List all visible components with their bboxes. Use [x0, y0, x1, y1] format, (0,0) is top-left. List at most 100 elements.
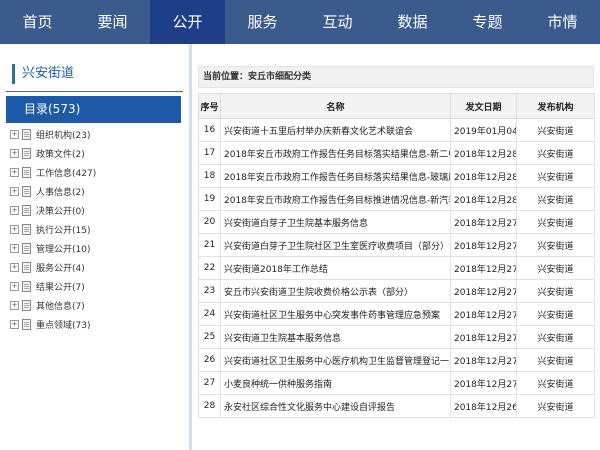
nav-item[interactable]: 数据	[375, 0, 450, 44]
header-org: 发布机构	[516, 93, 595, 119]
breadcrumb: 当前位置：安丘市细配分类	[198, 66, 594, 88]
tree-item-label[interactable]: 决策公开(0)	[36, 204, 85, 217]
tree-item[interactable]: + 政策文件(2)	[10, 144, 96, 163]
header-name: 名称	[220, 93, 451, 119]
tree-item[interactable]: + 组织机构(23)	[10, 125, 96, 144]
tree-item[interactable]: + 结果公开(7)	[10, 277, 96, 296]
document-icon	[22, 262, 31, 273]
expand-icon[interactable]: +	[10, 225, 19, 234]
row-title[interactable]: 2018年安丘市政府工作报告任务目标推进情况信息-新汽车站片区	[220, 187, 451, 211]
tree-item-label[interactable]: 工作信息(427)	[36, 166, 96, 179]
row-title[interactable]: 兴安街道卫生院基本服务信息	[220, 325, 451, 349]
expand-icon[interactable]: +	[10, 282, 19, 291]
row-number: 22	[198, 256, 221, 280]
document-icon	[22, 205, 31, 216]
table-row: 21兴安街道白芽子卫生院社区卫生室医疗收费项目（部分）2018年12月27日兴安…	[198, 233, 595, 257]
row-org: 兴安街道	[516, 348, 595, 372]
tree-item-label[interactable]: 执行公开(15)	[36, 223, 90, 236]
row-title[interactable]: 小麦良种统一供种服务指南	[220, 371, 451, 395]
row-title[interactable]: 安丘市兴安街道卫生院收费价格公示表（部分）	[220, 279, 451, 303]
row-number: 24	[198, 302, 221, 326]
document-icon	[22, 224, 31, 235]
sidebar: 兴安街道 目录(573) + 组织机构(23) + 政策文件(2) + 工作信息(427)…	[0, 44, 189, 450]
row-title[interactable]: 兴安街道白芽子卫生院基本服务信息	[220, 210, 451, 234]
tree-item[interactable]: + 其他信息(7)	[10, 296, 96, 315]
expand-icon[interactable]: +	[10, 244, 19, 253]
tree-item-label[interactable]: 人事信息(2)	[36, 185, 85, 198]
row-title[interactable]: 永安社区综合性文化服务中心建设自评报告	[220, 394, 451, 418]
row-number: 28	[198, 394, 221, 418]
nav-item[interactable]: 互动	[300, 0, 375, 44]
row-date: 2018年12月28日	[450, 187, 517, 211]
tree-item-label[interactable]: 结果公开(7)	[36, 280, 85, 293]
tree-item-label[interactable]: 重点领域(73)	[36, 318, 90, 331]
nav-item[interactable]: 专题	[450, 0, 525, 44]
table-row: 23安丘市兴安街道卫生院收费价格公示表（部分）2018年12月27日兴安街道	[198, 279, 595, 303]
row-org: 兴安街道	[516, 164, 595, 188]
row-title[interactable]: 兴安街道白芽子卫生院社区卫生室医疗收费项目（部分）	[220, 233, 451, 257]
row-title[interactable]: 兴安街道社区卫生服务中心突发事件药事管理应急预案	[220, 302, 451, 326]
row-org: 兴安街道	[516, 302, 595, 326]
row-number: 16	[198, 118, 221, 142]
tree-item-label[interactable]: 服务公开(4)	[36, 261, 85, 274]
document-icon	[22, 148, 31, 159]
tree-item[interactable]: + 人事信息(2)	[10, 182, 96, 201]
directory-header[interactable]: 目录(573)	[6, 96, 181, 123]
tree-item-label[interactable]: 政策文件(2)	[36, 147, 85, 160]
row-number: 26	[198, 348, 221, 372]
tree-item[interactable]: + 执行公开(15)	[10, 220, 96, 239]
expand-icon[interactable]: +	[10, 149, 19, 158]
row-date: 2018年12月27日	[450, 325, 517, 349]
table-row: 28永安社区综合性文化服务中心建设自评报告2018年12月26日兴安街道	[198, 394, 595, 418]
row-date: 2018年12月27日	[450, 302, 517, 326]
row-title[interactable]: 2018年安丘市政府工作报告任务目标落实结果信息-新二中片区项目事项	[220, 141, 451, 165]
tree-item[interactable]: + 服务公开(4)	[10, 258, 96, 277]
row-number: 17	[198, 141, 221, 165]
nav-item[interactable]: 市情	[525, 0, 600, 44]
nav-item[interactable]: 公开	[150, 0, 225, 44]
document-icon	[22, 319, 31, 330]
tree-item-label[interactable]: 组织机构(23)	[36, 128, 90, 141]
table-row: 27小麦良种统一供种服务指南2018年12月27日兴安街道	[198, 371, 595, 395]
row-title[interactable]: 兴安街道2018年工作总结	[220, 256, 451, 280]
tree-item[interactable]: + 重点领域(73)	[10, 315, 96, 334]
tree-item[interactable]: + 决策公开(0)	[10, 201, 96, 220]
document-icon	[22, 186, 31, 197]
expand-icon[interactable]: +	[10, 206, 19, 215]
tree-item[interactable]: + 工作信息(427)	[10, 163, 96, 182]
tree-item-label[interactable]: 管理公开(10)	[36, 242, 90, 255]
row-org: 兴安街道	[516, 141, 595, 165]
row-date: 2018年12月27日	[450, 210, 517, 234]
header-no: 序号	[198, 93, 221, 119]
row-date: 2018年12月27日	[450, 233, 517, 257]
table-row: 24兴安街道社区卫生服务中心突发事件药事管理应急预案2018年12月27日兴安街…	[198, 302, 595, 326]
expand-icon[interactable]: +	[10, 168, 19, 177]
tree-item[interactable]: + 管理公开(10)	[10, 239, 96, 258]
row-org: 兴安街道	[516, 233, 595, 257]
table-row: 16兴安街道十五里后村举办庆新春文化艺术联谊会2019年01月04日兴安街道	[198, 118, 595, 142]
row-title[interactable]: 兴安街道社区卫生服务中心医疗机构卫生监督管理登记一览表	[220, 348, 451, 372]
row-number: 27	[198, 371, 221, 395]
expand-icon[interactable]: +	[10, 320, 19, 329]
expand-icon[interactable]: +	[10, 263, 19, 272]
table-row: 20兴安街道白芽子卫生院基本服务信息2018年12月27日兴安街道	[198, 210, 595, 234]
nav-item[interactable]: 首页	[0, 0, 75, 44]
row-org: 兴安街道	[516, 394, 595, 418]
sidebar-title: 兴安街道	[12, 64, 74, 84]
nav-item[interactable]: 要闻	[75, 0, 150, 44]
row-number: 25	[198, 325, 221, 349]
row-org: 兴安街道	[516, 371, 595, 395]
expand-icon[interactable]: +	[10, 130, 19, 139]
table-row: 172018年安丘市政府工作报告任务目标落实结果信息-新二中片区项目事项2018…	[198, 141, 595, 165]
table-row: 192018年安丘市政府工作报告任务目标推进情况信息-新汽车站片区2018年12…	[198, 187, 595, 211]
row-org: 兴安街道	[516, 279, 595, 303]
tree-item-label[interactable]: 其他信息(7)	[36, 299, 85, 312]
row-title[interactable]: 兴安街道十五里后村举办庆新春文化艺术联谊会	[220, 118, 451, 142]
nav-item[interactable]: 服务	[225, 0, 300, 44]
expand-icon[interactable]: +	[10, 187, 19, 196]
row-title[interactable]: 2018年安丘市政府工作报告任务目标落实结果信息-玻璃厂片区项目事项	[220, 164, 451, 188]
sidebar-divider	[6, 91, 183, 92]
category-tree: + 组织机构(23) + 政策文件(2) + 工作信息(427) + 人事信息(2) + 决策公开…	[10, 125, 96, 334]
expand-icon[interactable]: +	[10, 301, 19, 310]
row-number: 23	[198, 279, 221, 303]
